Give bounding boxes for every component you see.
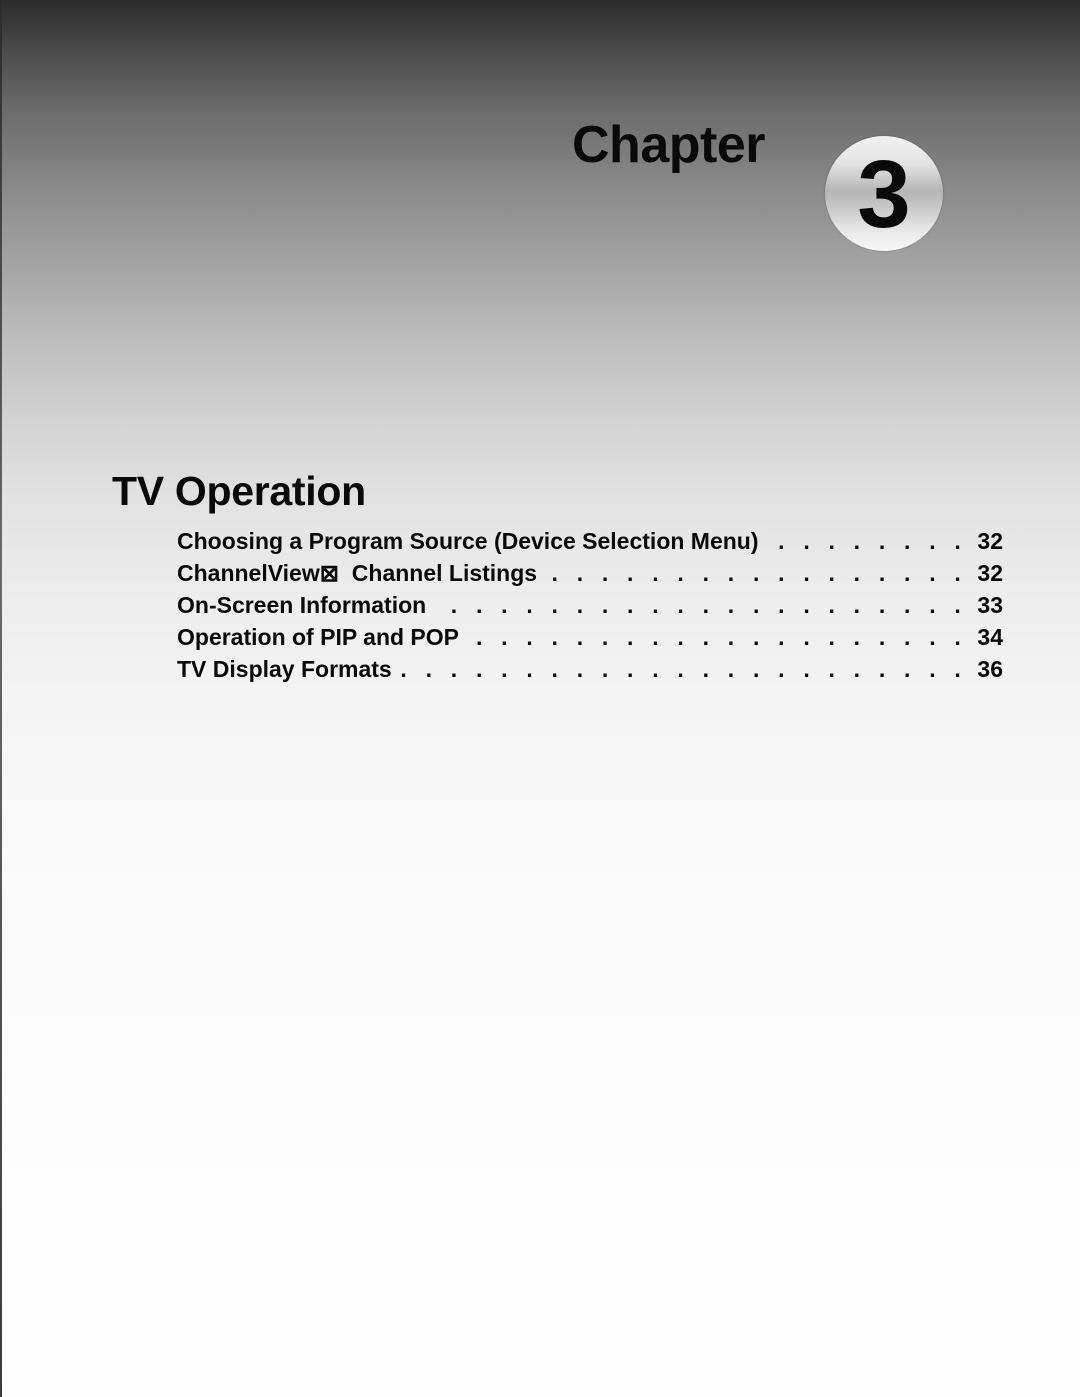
- toc-entry[interactable]: TV Display Formats . . . . . . . . . . .…: [177, 656, 1003, 688]
- toc-entry[interactable]: ChannelView⊠ Channel Listings . . . . . …: [177, 560, 1003, 592]
- toc-entry-title[interactable]: ChannelView⊠ Channel Listings: [177, 560, 543, 587]
- toc-entry[interactable]: Choosing a Program Source (Device Select…: [177, 528, 1003, 560]
- toc-entry-title[interactable]: TV Display Formats: [177, 656, 398, 683]
- page-left-edge-rule: [0, 0, 2, 1397]
- toc-page-number[interactable]: 34: [967, 624, 1003, 651]
- toc-dot-leader: . . . . . . . . . . . . . . . . . . . . …: [398, 656, 967, 682]
- toc-page-number[interactable]: 36: [967, 656, 1003, 683]
- chapter-number-badge: 3: [825, 136, 943, 251]
- toc-entry[interactable]: On-Screen Information . . . . . . . . . …: [177, 592, 1003, 624]
- toc-page-number[interactable]: 32: [967, 528, 1003, 555]
- chapter-label: Chapter: [572, 116, 765, 174]
- section-title: TV Operation: [112, 468, 366, 514]
- toc-entry-title[interactable]: Operation of PIP and POP: [177, 624, 465, 651]
- toc-page-number[interactable]: 33: [967, 592, 1003, 619]
- toc-dot-leader: . . . . . . . . . . . . . . . . . . . . …: [465, 624, 967, 650]
- toc-dot-leader: . . . . . . . . . . . . . . . . . . . . …: [543, 560, 967, 586]
- toc-entry-title[interactable]: Choosing a Program Source (Device Select…: [177, 528, 765, 555]
- toc-page-number[interactable]: 32: [967, 560, 1003, 587]
- toc-entry[interactable]: Operation of PIP and POP . . . . . . . .…: [177, 624, 1003, 656]
- toc-dot-leader: . . . . . . . . . . . . . . . . . . . . …: [432, 592, 967, 618]
- chapter-number: 3: [857, 140, 911, 248]
- toc-entry-title[interactable]: On-Screen Information: [177, 592, 432, 619]
- table-of-contents: Choosing a Program Source (Device Select…: [177, 528, 1003, 688]
- toc-dot-leader: . . . . . . . . . . . . . . . . . . . . …: [765, 528, 967, 554]
